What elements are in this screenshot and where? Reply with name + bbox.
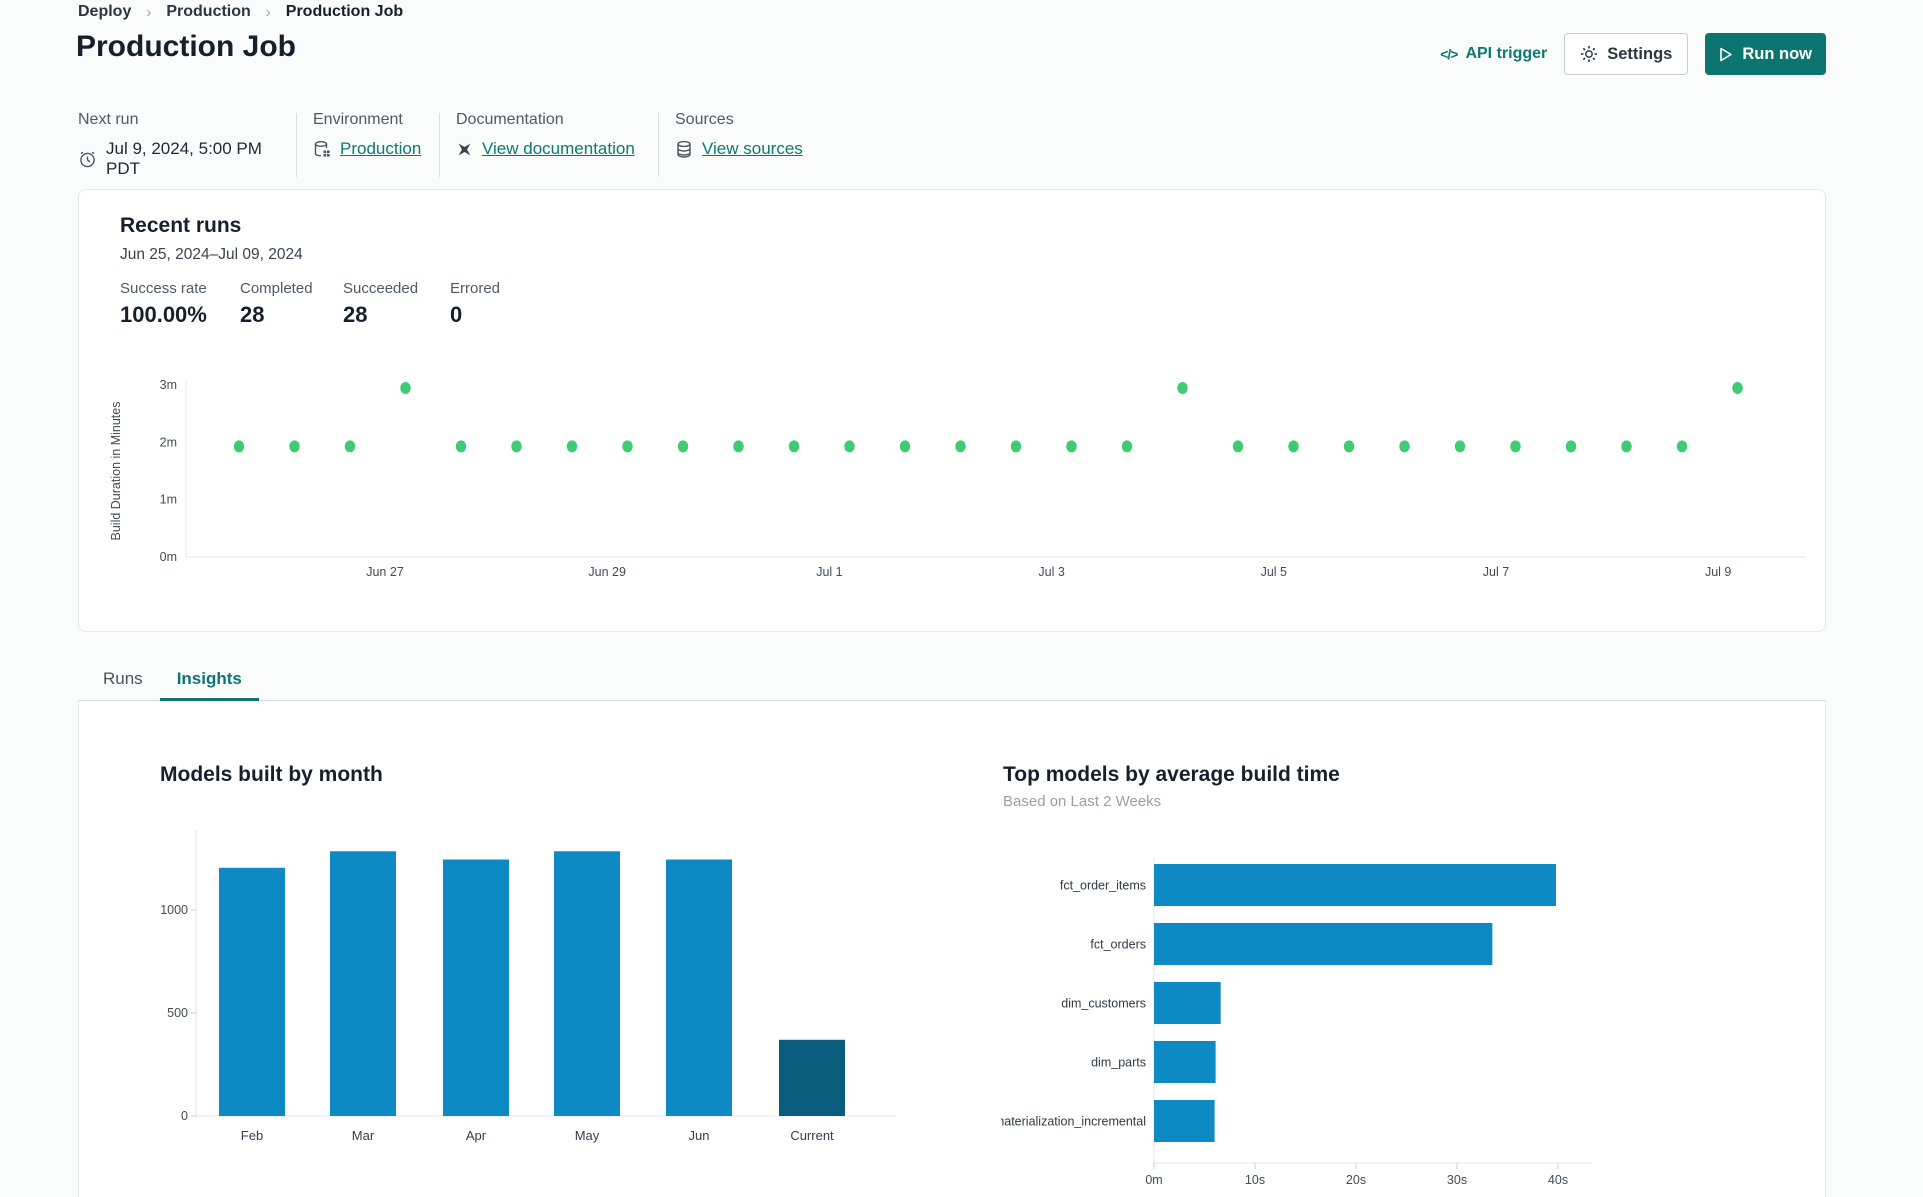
breadcrumb-production[interactable]: Production — [166, 3, 250, 21]
recent-runs-date-range: Jun 25, 2024–Jul 09, 2024 — [120, 246, 303, 263]
next-run-value: Jul 9, 2024, 5:00 PM PDT — [106, 139, 262, 178]
build-duration-scatter-chart: 0m 1m 2m 3m Jun 27 Jun 29 Jul 1 Jul 3 Jul 5 Jul 7… — [109, 378, 1806, 579]
environment-icon — [313, 140, 331, 159]
svg-text:3m: 3m — [160, 378, 177, 392]
run-now-button-label: Run now — [1742, 44, 1812, 63]
svg-text:20s: 20s — [1346, 1173, 1366, 1187]
stat-value: 28 — [343, 302, 368, 327]
stat-label: Completed — [240, 280, 313, 297]
api-trigger-label: API trigger — [1465, 45, 1548, 62]
settings-button-label: Settings — [1607, 44, 1673, 63]
documentation-label: Documentation — [456, 111, 564, 128]
svg-text:2m: 2m — [160, 435, 177, 449]
svg-text:Jul 3: Jul 3 — [1038, 565, 1064, 579]
svg-text:May: May — [575, 1128, 600, 1143]
svg-text:dim_parts: dim_parts — [1091, 1056, 1146, 1070]
job-info-environment: Environment Production — [297, 111, 439, 179]
insights-panel: Models built by month 0 500 1000 Feb Mar Apr M… — [78, 701, 1826, 1197]
svg-text:500: 500 — [167, 1006, 188, 1020]
production-job-page: Deploy › Production › Production Job Pro… — [0, 0, 1923, 1197]
job-info-documentation: Documentation View documentation — [440, 111, 658, 179]
recent-runs-card: Recent runs Jun 25, 2024–Jul 09, 2024 Su… — [78, 189, 1826, 632]
stat-value: 0 — [450, 302, 463, 327]
chevron-right-icon: › — [146, 3, 152, 21]
stat-label: Errored — [450, 280, 501, 297]
job-info-sources: Sources View sources — [659, 111, 803, 179]
stat-value: 28 — [240, 302, 265, 327]
svg-text:Feb: Feb — [241, 1128, 263, 1143]
tab-runs[interactable]: Runs — [86, 660, 160, 700]
breadcrumb-deploy[interactable]: Deploy — [78, 3, 131, 21]
svg-text:Jun 27: Jun 27 — [366, 565, 404, 579]
code-icon: </> — [1440, 46, 1458, 62]
settings-button[interactable]: Settings — [1564, 33, 1689, 75]
next-run-label: Next run — [78, 111, 139, 128]
svg-text:0: 0 — [181, 1109, 188, 1123]
stat-value: 100.00% — [120, 302, 207, 327]
svg-text:0m: 0m — [160, 550, 177, 564]
database-icon — [675, 140, 693, 159]
svg-text:Jul 7: Jul 7 — [1483, 565, 1509, 579]
tab-insights[interactable]: Insights — [159, 660, 259, 701]
svg-text:fct_orders: fct_orders — [1090, 938, 1146, 952]
stat-label: Success rate — [120, 280, 207, 297]
run-now-button[interactable]: Run now — [1705, 33, 1826, 75]
gear-icon — [1580, 45, 1598, 63]
breadcrumb-production-job: Production Job — [285, 3, 404, 20]
svg-text:Jul 1: Jul 1 — [816, 565, 842, 579]
alarm-clock-icon — [78, 150, 97, 169]
svg-text:Current: Current — [790, 1128, 834, 1143]
page-title: Production Job — [76, 30, 296, 63]
svg-text:1000: 1000 — [160, 903, 188, 917]
svg-text:1m: 1m — [160, 493, 177, 507]
job-info-row: Next run Jul 9, 2024, 5:00 PM PDT Enviro… — [78, 111, 803, 179]
stat-completed: Completed 28 — [240, 280, 343, 328]
view-documentation-link[interactable]: View documentation — [482, 139, 635, 159]
play-icon — [1719, 47, 1733, 62]
top-models-subtitle: Based on Last 2 Weeks — [1003, 793, 1162, 810]
breadcrumb: Deploy › Production › Production Job — [78, 3, 403, 21]
svg-text:Jun 29: Jun 29 — [588, 565, 626, 579]
svg-text:Apr: Apr — [466, 1128, 487, 1143]
environment-link[interactable]: Production — [340, 139, 421, 159]
top-models-title: Top models by average build time — [1003, 763, 1340, 786]
view-sources-link[interactable]: View sources — [702, 139, 803, 159]
chevron-right-icon: › — [265, 3, 271, 21]
svg-text:fct_order_items: fct_order_items — [1060, 879, 1146, 893]
stat-errored: Errored 0 — [450, 280, 500, 328]
header-actions: </> API trigger Settings Run now — [1440, 33, 1826, 75]
svg-text:40s: 40s — [1548, 1173, 1568, 1187]
environment-label: Environment — [313, 111, 403, 128]
sources-label: Sources — [675, 111, 734, 128]
svg-text:materialization_incremental: materialization_incremental — [1001, 1115, 1146, 1129]
top-models-chart: 0m 10s 20s 30s 40s fct_order_items fct_ordersd… — [1001, 858, 1591, 1187]
svg-text:30s: 30s — [1447, 1173, 1467, 1187]
svg-text:0m: 0m — [1145, 1173, 1162, 1187]
svg-text:Jul 5: Jul 5 — [1261, 565, 1287, 579]
recent-runs-title: Recent runs — [120, 214, 242, 237]
svg-text:Jul 9: Jul 9 — [1705, 565, 1731, 579]
stat-succeeded: Succeeded 28 — [343, 280, 450, 328]
svg-text:dim_customers: dim_customers — [1061, 997, 1146, 1011]
models-built-by-month-title: Models built by month — [160, 763, 383, 786]
stat-success-rate: Success rate 100.00% — [120, 280, 240, 328]
recent-runs-stats: Success rate 100.00% Completed 28 Succee… — [120, 280, 500, 328]
tabs: Runs Insights — [78, 660, 1826, 701]
stat-label: Succeeded — [343, 280, 419, 297]
models-built-by-month-chart: 0 500 1000 Feb Mar Apr May Jun Current — [160, 830, 896, 1143]
svg-text:Build Duration in Minutes: Build Duration in Minutes — [109, 402, 123, 541]
svg-text:10s: 10s — [1245, 1173, 1265, 1187]
svg-text:Mar: Mar — [352, 1128, 375, 1143]
svg-text:Jun: Jun — [689, 1128, 710, 1143]
job-info-next-run: Next run Jul 9, 2024, 5:00 PM PDT — [78, 111, 296, 179]
api-trigger-link[interactable]: </> API trigger — [1440, 45, 1547, 63]
dbt-docs-icon — [456, 141, 473, 158]
